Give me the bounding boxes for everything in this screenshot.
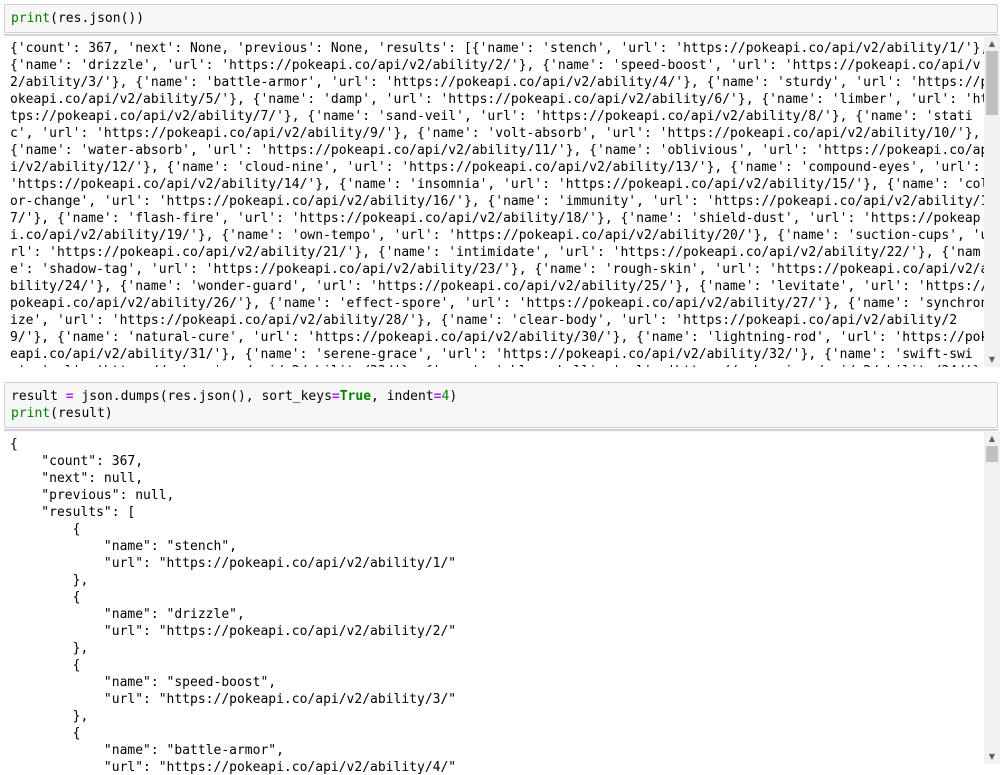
output-line: i.co/api/v2/ability/19/'}, {'name': 'own… xyxy=(10,228,984,243)
code-line: print(result) xyxy=(11,405,991,422)
code-line: print(res.json()) xyxy=(11,10,991,27)
output-line: "name": "drizzle", xyxy=(10,607,245,622)
output-line: bility/24/'}, {'name': 'wonder-guard', '… xyxy=(10,279,984,294)
code-text: json.dumps(res.json(), sort_keys xyxy=(73,389,332,404)
output-line: "name": "battle-armor", xyxy=(10,743,284,758)
output-line: "url": "https://pokeapi.co/api/v2/abilit… xyxy=(10,760,457,775)
output-line: "url": "https://pokeapi.co/api/v2/abilit… xyxy=(10,692,457,707)
output-line: 'https://pokeapi.co/api/v2/ability/14/'}… xyxy=(10,177,984,192)
output-line: }, xyxy=(10,709,89,724)
output-line: { xyxy=(10,590,81,605)
code-cell-1-input[interactable]: print(res.json()) xyxy=(4,4,998,33)
output-line: "previous": null, xyxy=(10,488,175,503)
output-line: e': 'shadow-tag', 'url': 'https://pokeap… xyxy=(10,262,984,277)
output-line: "count": 367, xyxy=(10,454,144,469)
assign-operator: = xyxy=(433,389,442,404)
output-line: {'count': 367, 'next': None, 'previous':… xyxy=(10,41,984,56)
assign-operator: = xyxy=(65,389,74,404)
code-text: (res.json()) xyxy=(50,11,145,26)
code-cell-2-input[interactable]: result = json.dumps(res.json(), sort_key… xyxy=(4,382,998,428)
true-keyword: True xyxy=(339,389,372,404)
output-line: "url": "https://pokeapi.co/api/v2/abilit… xyxy=(10,624,457,639)
output-line: okeapi.co/api/v2/ability/5/'}, {'name': … xyxy=(10,92,984,107)
output-line: "name": "stench", xyxy=(10,539,237,554)
code-line: result = json.dumps(res.json(), sort_key… xyxy=(11,388,991,405)
output-separator xyxy=(4,429,998,432)
code-text: result xyxy=(11,389,66,404)
print-keyword: print xyxy=(11,11,51,26)
output-line: 2/ability/3/'}, {'name': 'battle-armor',… xyxy=(10,75,984,90)
output-line: ize', 'url': 'https://pokeapi.co/api/v2/… xyxy=(10,313,958,328)
output-line: 9/'}, {'name': 'natural-cure', 'url': 'h… xyxy=(10,330,984,345)
output-2-scrollbar[interactable]: ▲ ▼ xyxy=(984,432,1000,764)
code-text: (result) xyxy=(50,406,113,421)
output-line: c', 'url': 'https://pokeapi.co/api/v2/ab… xyxy=(10,126,981,141)
output-line: "url": "https://pokeapi.co/api/v2/abilit… xyxy=(10,556,457,571)
scroll-down-icon[interactable]: ▼ xyxy=(984,353,1000,367)
output-line: {'name': 'drizzle', 'url': 'https://poke… xyxy=(10,58,981,73)
scroll-up-icon[interactable]: ▲ xyxy=(984,432,1000,446)
output-line: }, xyxy=(10,641,89,656)
scroll-thumb[interactable] xyxy=(986,446,998,462)
output-line: 7/'}, {'name': 'flash-fire', 'url': 'htt… xyxy=(10,211,981,226)
output-line: { xyxy=(10,522,81,537)
output-line: "name": "speed-boost", xyxy=(10,675,277,690)
output-line: {'name': 'water-absorb', 'url': 'https:/… xyxy=(10,143,984,158)
output-line: m', 'url': 'https://pokeapi.co/api/v2/ab… xyxy=(10,363,984,367)
output-line: "results": [ xyxy=(10,505,136,520)
assign-operator: = xyxy=(331,389,340,404)
output-line: tps://pokeapi.co/api/v2/ability/7/'}, {'… xyxy=(10,109,973,124)
output-separator xyxy=(4,34,998,37)
code-cell-2-output: { "count": 367, "next": null, "previous"… xyxy=(4,436,984,775)
scroll-down-icon[interactable]: ▼ xyxy=(984,750,1000,764)
code-cell-1-output: {'count': 367, 'next': None, 'previous':… xyxy=(4,40,984,367)
scroll-thumb[interactable] xyxy=(986,51,998,115)
output-line: { xyxy=(10,726,81,741)
output-line: or-change', 'url': 'https://pokeapi.co/a… xyxy=(10,194,984,209)
output-line: rl': 'https://pokeapi.co/api/v2/ability/… xyxy=(10,245,981,260)
output-line: eapi.co/api/v2/ability/31/'}, {'name': '… xyxy=(10,347,973,362)
output-line: }, xyxy=(10,573,89,588)
output-line: { xyxy=(10,658,81,673)
output-line: { xyxy=(10,437,18,452)
output-line: i/v2/ability/12/'}, {'name': 'cloud-nine… xyxy=(10,160,981,175)
output-line: pokeapi.co/api/v2/ability/26/'}, {'name'… xyxy=(10,296,984,311)
output-1-scrollbar[interactable]: ▲ ▼ xyxy=(984,37,1000,367)
print-keyword: print xyxy=(11,406,51,421)
code-text: ) xyxy=(449,389,458,404)
output-line: "next": null, xyxy=(10,471,144,486)
code-text: , indent xyxy=(371,389,434,404)
scroll-up-icon[interactable]: ▲ xyxy=(984,37,1000,51)
